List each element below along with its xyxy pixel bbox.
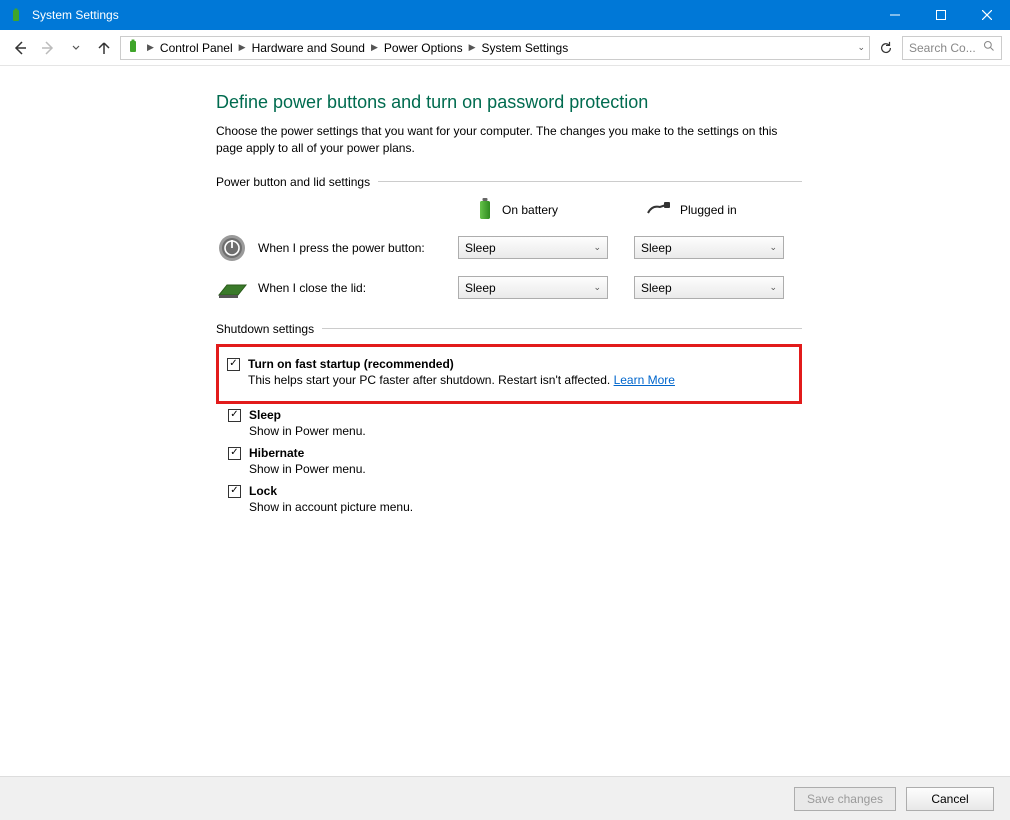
fast-startup-label: Turn on fast startup (recommended) xyxy=(248,357,454,371)
row-close-lid: When I close the lid: Sleep ⌄ Sleep ⌄ xyxy=(216,272,802,304)
window-title: System Settings xyxy=(32,8,119,22)
chevron-down-icon: ⌄ xyxy=(593,282,601,293)
hibernate-sub: Show in Power menu. xyxy=(249,462,802,476)
col-plugged-in: Plugged in xyxy=(646,201,796,220)
close-lid-battery-select[interactable]: Sleep ⌄ xyxy=(458,276,608,299)
nav-up-button[interactable] xyxy=(92,36,116,60)
section-label: Power button and lid settings xyxy=(216,175,370,189)
content-area: Define power buttons and turn on passwor… xyxy=(0,66,1010,776)
sleep-checkbox[interactable] xyxy=(228,409,241,422)
search-icon xyxy=(983,40,995,55)
lid-icon xyxy=(216,272,248,304)
power-button-icon xyxy=(216,232,248,264)
breadcrumb-item[interactable]: System Settings xyxy=(482,41,569,55)
row-label: When I press the power button: xyxy=(258,241,448,255)
lock-sub: Show in account picture menu. xyxy=(249,500,802,514)
row-label: When I close the lid: xyxy=(258,281,448,295)
titlebar: System Settings xyxy=(0,0,1010,30)
select-value: Sleep xyxy=(641,241,672,255)
close-lid-plugged-select[interactable]: Sleep ⌄ xyxy=(634,276,784,299)
close-button[interactable] xyxy=(964,0,1010,30)
col-label: On battery xyxy=(502,203,558,217)
chevron-down-icon: ⌄ xyxy=(769,282,777,293)
page-title: Define power buttons and turn on passwor… xyxy=(216,92,802,113)
breadcrumb-item[interactable]: Power Options xyxy=(384,41,463,55)
power-button-battery-select[interactable]: Sleep ⌄ xyxy=(458,236,608,259)
hibernate-label: Hibernate xyxy=(249,446,304,460)
learn-more-link[interactable]: Learn More xyxy=(614,373,675,387)
breadcrumb-chevron-icon[interactable]: ▶ xyxy=(239,42,246,53)
footer-bar: Save changes Cancel xyxy=(0,776,1010,820)
nav-recent-dropdown[interactable] xyxy=(64,36,88,60)
chevron-down-icon: ⌄ xyxy=(593,242,601,253)
lock-label: Lock xyxy=(249,484,277,498)
section-power-button-lid: Power button and lid settings xyxy=(216,175,802,189)
select-value: Sleep xyxy=(465,241,496,255)
fast-startup-sub: This helps start your PC faster after sh… xyxy=(248,373,791,387)
breadcrumb-chevron-icon[interactable]: ▶ xyxy=(147,42,154,53)
nav-forward-button[interactable] xyxy=(36,36,60,60)
minimize-button[interactable] xyxy=(872,0,918,30)
battery-app-icon xyxy=(8,7,24,23)
section-divider xyxy=(322,328,802,329)
lock-checkbox[interactable] xyxy=(228,485,241,498)
select-value: Sleep xyxy=(465,281,496,295)
breadcrumb-chevron-icon[interactable]: ▶ xyxy=(469,42,476,53)
battery-breadcrumb-icon xyxy=(125,38,141,57)
address-bar[interactable]: ▶ Control Panel ▶ Hardware and Sound ▶ P… xyxy=(120,36,870,60)
power-button-plugged-select[interactable]: Sleep ⌄ xyxy=(634,236,784,259)
nav-row: ▶ Control Panel ▶ Hardware and Sound ▶ P… xyxy=(0,30,1010,66)
plug-icon xyxy=(646,201,672,220)
section-shutdown: Shutdown settings xyxy=(216,322,802,336)
section-divider xyxy=(378,181,802,182)
fast-startup-checkbox[interactable] xyxy=(227,358,240,371)
sleep-sub: Show in Power menu. xyxy=(249,424,802,438)
highlighted-fast-startup: Turn on fast startup (recommended) This … xyxy=(216,344,802,404)
search-placeholder: Search Co... xyxy=(909,41,976,55)
sleep-label: Sleep xyxy=(249,408,281,422)
col-on-battery: On battery xyxy=(476,197,626,224)
chevron-down-icon: ⌄ xyxy=(769,242,777,253)
hibernate-checkbox[interactable] xyxy=(228,447,241,460)
nav-back-button[interactable] xyxy=(8,36,32,60)
breadcrumb-item[interactable]: Hardware and Sound xyxy=(252,41,365,55)
maximize-button[interactable] xyxy=(918,0,964,30)
fast-startup-sub-text: This helps start your PC faster after sh… xyxy=(248,373,614,387)
refresh-button[interactable] xyxy=(874,36,898,60)
section-label: Shutdown settings xyxy=(216,322,314,336)
battery-icon xyxy=(476,197,494,224)
col-label: Plugged in xyxy=(680,203,737,217)
save-changes-button[interactable]: Save changes xyxy=(794,787,896,811)
address-dropdown-icon[interactable]: ⌄ xyxy=(857,42,865,53)
breadcrumb-chevron-icon[interactable]: ▶ xyxy=(371,42,378,53)
window-controls xyxy=(872,0,1010,30)
search-input[interactable]: Search Co... xyxy=(902,36,1002,60)
column-headers: On battery Plugged in xyxy=(216,197,802,224)
select-value: Sleep xyxy=(641,281,672,295)
cancel-button[interactable]: Cancel xyxy=(906,787,994,811)
row-power-button: When I press the power button: Sleep ⌄ S… xyxy=(216,232,802,264)
page-description: Choose the power settings that you want … xyxy=(216,123,802,157)
shutdown-settings-list: Turn on fast startup (recommended) This … xyxy=(216,344,802,514)
breadcrumb-item[interactable]: Control Panel xyxy=(160,41,233,55)
